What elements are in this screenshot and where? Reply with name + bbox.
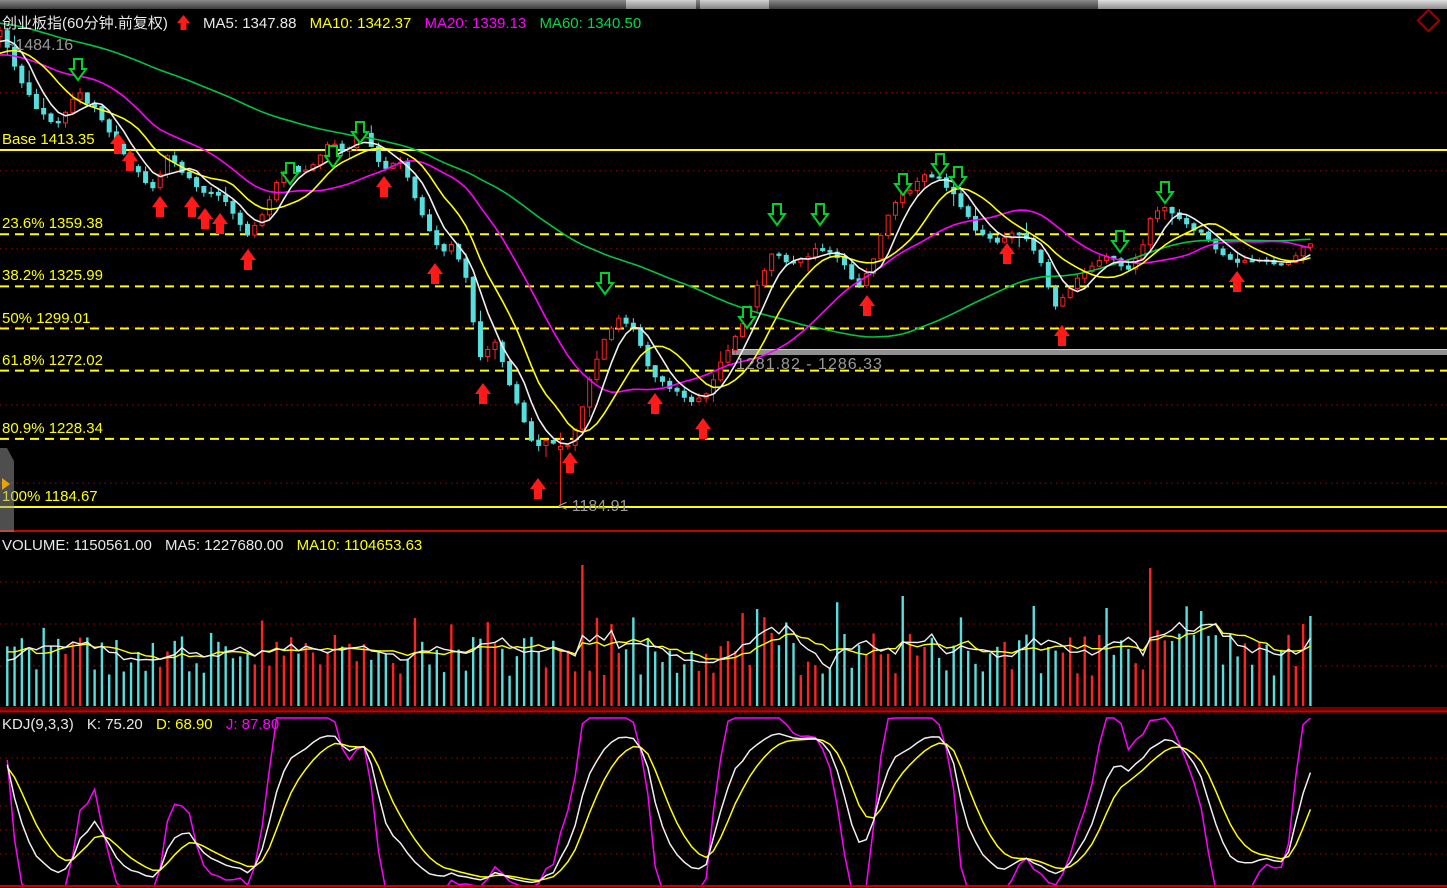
kdj-d-value: D: 68.90 (156, 716, 213, 733)
fib-level-label: 38.2% 1325.99 (2, 267, 103, 284)
expand-right-icon (2, 478, 10, 490)
fib-level-label: 80.9% 1228.34 (2, 420, 103, 437)
kdj-j-value: J: 87.80 (226, 716, 279, 733)
fib-level-label: Base 1413.35 (2, 131, 95, 148)
ma10-value: MA10: 1342.37 (310, 15, 412, 32)
volume-ma10-value: MA10: 1104653.63 (297, 537, 423, 554)
left-panel-expander-handle[interactable] (0, 448, 14, 532)
gap-range-label: 1281.82 - 1286.33 (736, 356, 883, 374)
volume-panel-header: VOLUME: 1150561.00 MA5: 1227680.00 MA10:… (2, 537, 431, 554)
buy-signal-icon (177, 15, 190, 34)
symbol-title: 创业板指(60分钟.前复权) (2, 15, 168, 32)
ma5-value: MA5: 1347.88 (203, 15, 296, 32)
ma60-value: MA60: 1340.50 (539, 15, 641, 32)
fib-level-label: 50% 1299.01 (2, 310, 90, 327)
trading-app-window: 创业板指(60分钟.前复权) MA5: 1347.88 MA10: 1342.3… (0, 0, 1447, 888)
fib-level-label: 100% 1184.67 (2, 488, 98, 505)
fib-level-label: 61.8% 1272.02 (2, 352, 103, 369)
main-chart-header: 创业板指(60分钟.前复权) MA5: 1347.88 MA10: 1342.3… (2, 12, 650, 34)
ma20-value: MA20: 1339.13 (425, 15, 527, 32)
fib-level-label: 23.6% 1359.38 (2, 215, 103, 232)
kdj-panel-header: KDJ(9,3,3) K: 75.20 D: 68.90 J: 87.80 (2, 716, 288, 733)
volume-ma5-value: MA5: 1227680.00 (165, 537, 283, 554)
period-high-marker: ~1484.16 (6, 37, 73, 55)
kdj-name: KDJ(9,3,3) (2, 716, 74, 733)
period-low-marker: < 1184.91 (558, 498, 628, 516)
chart-canvas[interactable] (0, 0, 1447, 888)
volume-value: VOLUME: 1150561.00 (2, 537, 152, 554)
kdj-k-value: K: 75.20 (87, 716, 143, 733)
